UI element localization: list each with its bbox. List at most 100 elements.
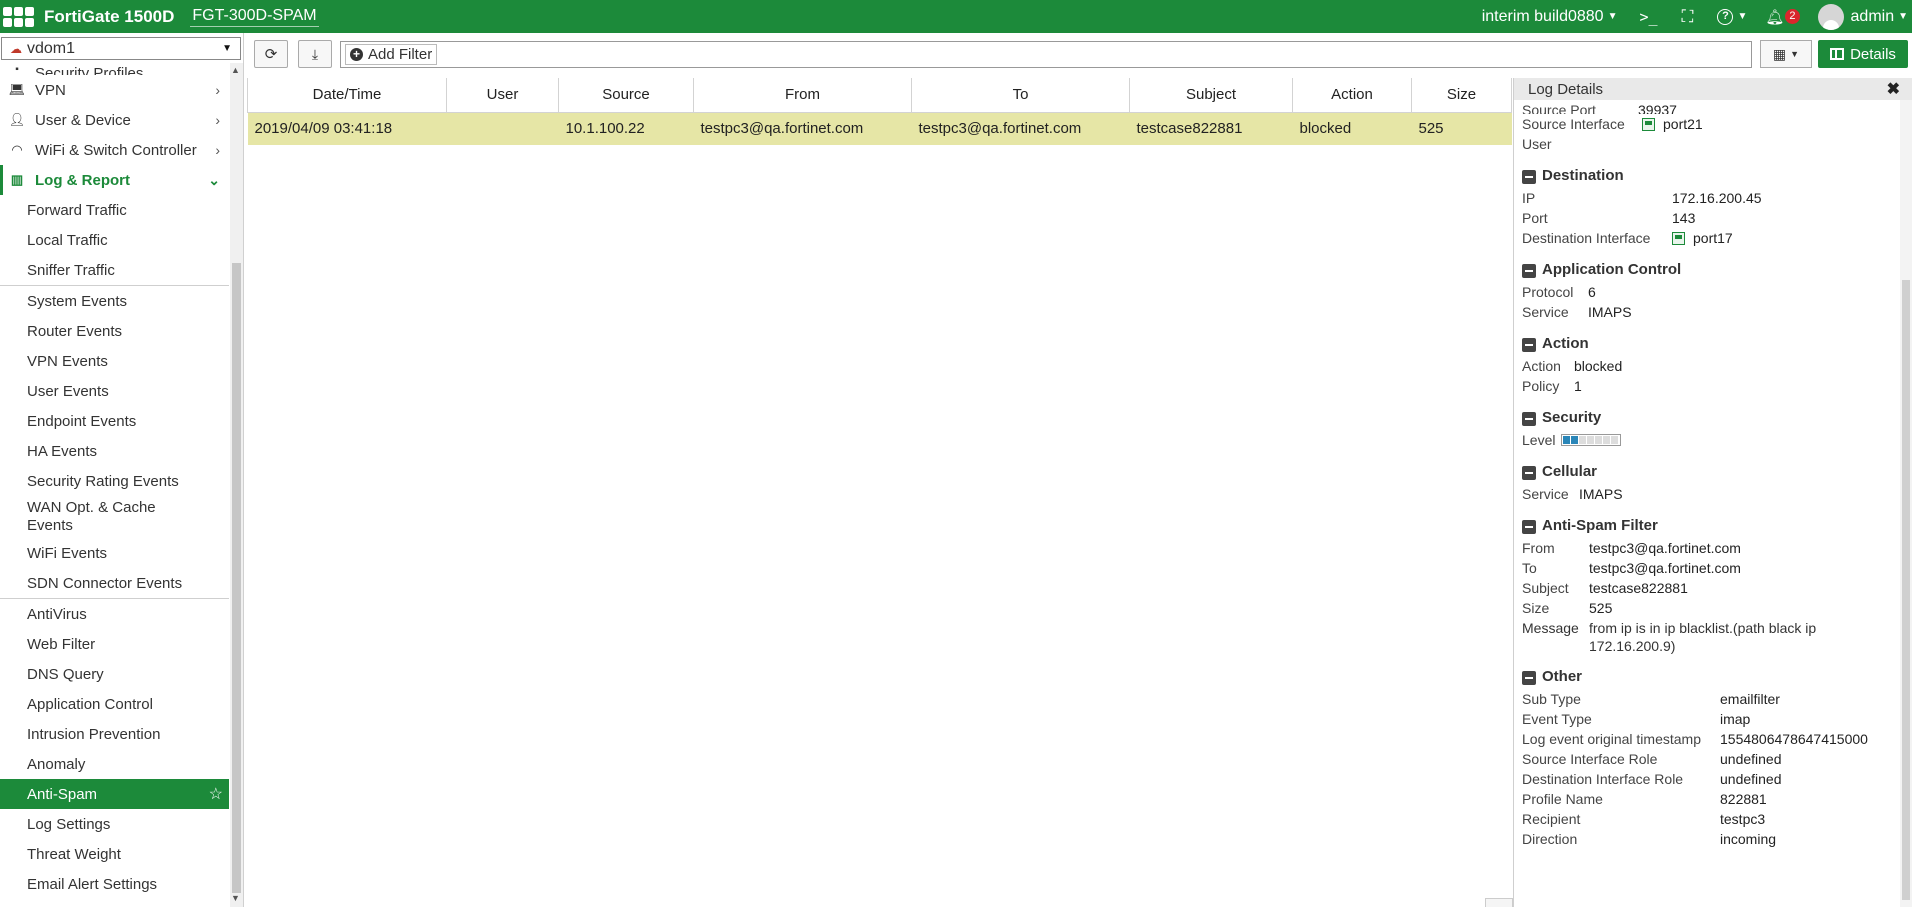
table-row[interactable]: 2019/04/09 03:41:18 10.1.100.22 testpc3@…	[247, 112, 1512, 145]
sidebar-item-email-alert-settings[interactable]: Email Alert Settings	[0, 869, 229, 899]
sidebar-item-label: Security Profiles	[35, 65, 144, 75]
download-icon: ⤓	[311, 45, 319, 62]
log-details-panel: Log Details ✖ Source Port 39937 Source I…	[1513, 78, 1912, 907]
sidebar-item-wifi-events[interactable]: WiFi Events	[0, 538, 229, 568]
sidebar-item-web-filter[interactable]: Web Filter	[0, 629, 229, 659]
detail-key: Direction	[1522, 831, 1578, 847]
column-header-source[interactable]: Source	[558, 78, 694, 113]
fortinet-logo[interactable]: FortiGate 1500D	[0, 6, 174, 27]
add-filter-button[interactable]: + Add Filter	[345, 43, 438, 65]
sidebar-item-antivirus[interactable]: AntiVirus	[0, 599, 229, 629]
section-action[interactable]: Action	[1522, 322, 1902, 356]
sidebar-item-security-profiles[interactable]: ▪ Security Profiles	[0, 63, 229, 75]
detail-key: Event Type	[1522, 711, 1592, 727]
collapse-icon[interactable]	[1522, 412, 1536, 426]
sidebar-item-user-events[interactable]: User Events	[0, 376, 229, 406]
detail-key: Sub Type	[1522, 691, 1581, 707]
level-segment	[1571, 436, 1579, 444]
hostname[interactable]: FGT-300D-SPAM	[190, 6, 319, 27]
cli-console-button[interactable]: >_	[1639, 8, 1657, 26]
build-menu[interactable]: interim build0880 ▼	[1482, 8, 1618, 26]
sidebar-item-application-control[interactable]: Application Control	[0, 689, 229, 719]
detail-key: Message	[1522, 620, 1579, 636]
sidebar-item-dns-query[interactable]: DNS Query	[0, 659, 229, 689]
section-cellular[interactable]: Cellular	[1522, 450, 1902, 484]
section-title: Destination	[1542, 167, 1624, 184]
collapse-icon[interactable]	[1522, 338, 1536, 352]
column-header-user[interactable]: User	[446, 78, 559, 113]
fullscreen-button[interactable]: ⛶	[1682, 7, 1694, 27]
sidebar-item-log-report[interactable]: ▥ Log & Report ⌄	[0, 165, 229, 195]
vdom-select[interactable]: ☁ vdom1 ▼	[1, 37, 241, 60]
table-header-row: Date/Time User Source From To Subject Ac…	[247, 78, 1512, 113]
collapse-icon[interactable]	[1522, 520, 1536, 534]
column-header-to[interactable]: To	[911, 78, 1130, 113]
sidebar-item-intrusion-prevention[interactable]: Intrusion Prevention	[0, 719, 229, 749]
detail-key: From	[1522, 540, 1555, 556]
detail-key: To	[1522, 560, 1537, 576]
sidebar-item-threat-weight[interactable]: Threat Weight	[0, 839, 229, 869]
section-security[interactable]: Security	[1522, 396, 1902, 430]
collapse-icon[interactable]	[1522, 671, 1536, 685]
scroll-up-icon[interactable]: ▲	[231, 65, 240, 75]
sidebar-item-security-rating-events[interactable]: Security Rating Events	[0, 466, 229, 496]
sidebar-item-sniffer-traffic[interactable]: Sniffer Traffic	[0, 255, 229, 285]
sidebar-item-anti-spam[interactable]: Anti-Spam ☆	[0, 779, 229, 809]
section-anti-spam-filter[interactable]: Anti-Spam Filter	[1522, 504, 1902, 538]
sidebar-item-vpn-events[interactable]: VPN Events	[0, 346, 229, 376]
section-other[interactable]: Other	[1522, 655, 1902, 689]
detail-key: Source Interface	[1522, 116, 1625, 132]
detail-value: from ip is in ip blacklist.(path black i…	[1589, 619, 1816, 655]
sidebar-item-router-events[interactable]: Router Events	[0, 316, 229, 346]
sidebar-item-system-events[interactable]: System Events	[0, 286, 229, 316]
details-scrollbar[interactable]	[1900, 100, 1912, 907]
sidebar-item-sdn-connector-events[interactable]: SDN Connector Events	[0, 568, 229, 598]
detail-value: testpc3@qa.fortinet.com	[1589, 540, 1741, 556]
sidebar-item-endpoint-events[interactable]: Endpoint Events	[0, 406, 229, 436]
view-options-button[interactable]: ▦ ▼	[1760, 40, 1812, 68]
detail-value: 1	[1574, 378, 1582, 394]
sidebar-item-wan-opt-cache-events[interactable]: WAN Opt. & Cache Events	[0, 496, 229, 538]
section-application-control[interactable]: Application Control	[1522, 248, 1902, 282]
cell-subject: testcase822881	[1129, 112, 1293, 145]
section-destination[interactable]: Destination	[1522, 154, 1902, 188]
filter-bar[interactable]: + Add Filter	[340, 40, 1752, 68]
avatar	[1817, 3, 1844, 30]
details-scroll-thumb[interactable]	[1902, 280, 1910, 900]
sidebar-item-ha-events[interactable]: HA Events	[0, 436, 229, 466]
collapse-icon[interactable]	[1522, 170, 1536, 184]
sidebar-item-label: User & Device	[35, 111, 131, 129]
refresh-button[interactable]: ⟳	[254, 40, 288, 68]
help-menu[interactable]: ? ▼	[1717, 8, 1748, 25]
detail-value: 6	[1588, 284, 1596, 300]
sidebar-item-local-traffic[interactable]: Local Traffic	[0, 225, 229, 255]
details-button[interactable]: Details	[1818, 40, 1908, 68]
sidebar-scrollbar[interactable]: ▲ ▼	[230, 63, 243, 907]
shield-icon: ▪	[15, 64, 19, 75]
download-button[interactable]: ⤓	[298, 40, 332, 68]
sidebar-item-user-device[interactable]: 👤︎ User & Device ›	[0, 105, 229, 135]
column-header-from[interactable]: From	[693, 78, 912, 113]
scroll-down-icon[interactable]: ▼	[231, 893, 240, 903]
notifications-button[interactable]: 🔔︎ 2	[1765, 8, 1800, 26]
column-header-action[interactable]: Action	[1292, 78, 1412, 113]
detail-value: 39937	[1638, 102, 1677, 114]
star-icon[interactable]: ☆	[209, 784, 223, 804]
sidebar-item-vpn[interactable]: 💻︎ VPN ›	[0, 75, 229, 105]
column-header-datetime[interactable]: Date/Time	[247, 78, 447, 113]
sidebar-item-forward-traffic[interactable]: Forward Traffic	[0, 195, 229, 225]
close-icon[interactable]: ✖	[1887, 79, 1900, 99]
sidebar-item-log-settings[interactable]: Log Settings	[0, 809, 229, 839]
collapse-icon[interactable]	[1522, 264, 1536, 278]
sidebar-scroll-thumb[interactable]	[232, 263, 241, 893]
level-segment	[1563, 436, 1571, 444]
column-header-size[interactable]: Size	[1411, 78, 1512, 113]
table-horizontal-scrollbar[interactable]	[1485, 898, 1513, 907]
collapse-icon[interactable]	[1522, 466, 1536, 480]
sidebar-item-wifi-switch[interactable]: ◠ WiFi & Switch Controller ›	[0, 135, 229, 165]
cloud-icon: ☁	[10, 41, 22, 56]
admin-menu[interactable]: admin ▼	[1817, 3, 1912, 30]
sidebar-item-anomaly[interactable]: Anomaly	[0, 749, 229, 779]
column-header-subject[interactable]: Subject	[1129, 78, 1293, 113]
caret-down-icon: ▼	[1737, 11, 1748, 22]
